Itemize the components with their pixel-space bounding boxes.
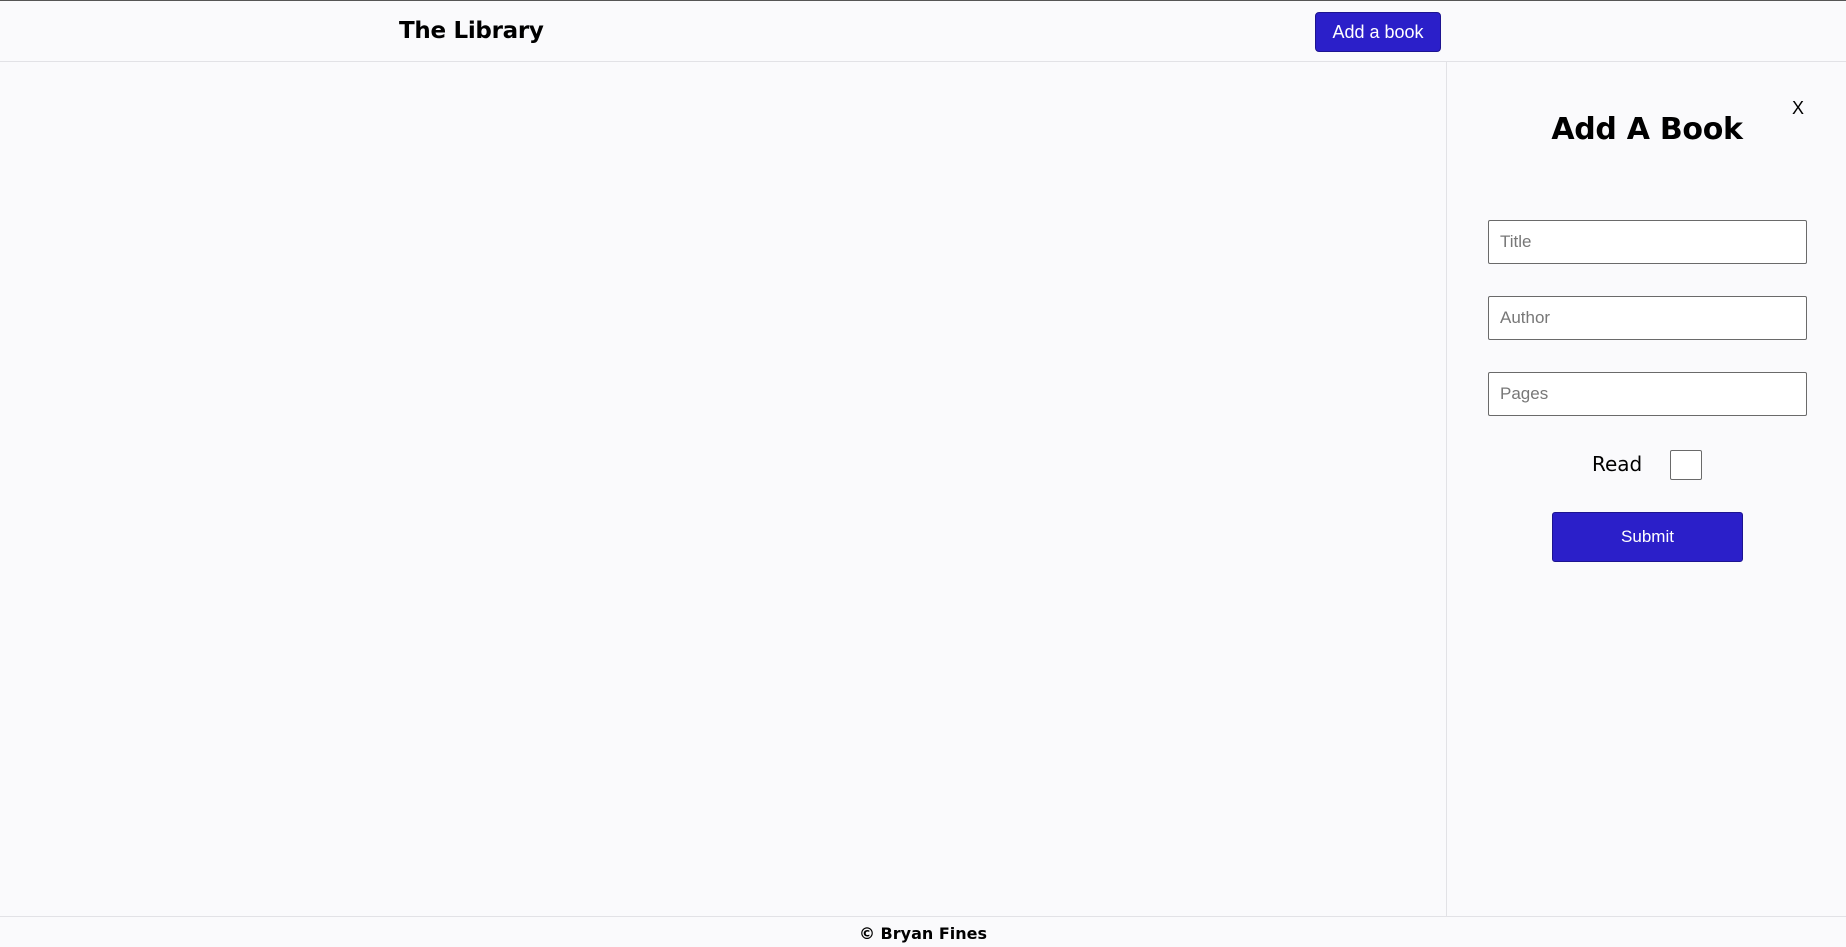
copyright-text: © Bryan Fines (858, 924, 988, 943)
page: The Library Add a book X Add A Book Read… (0, 0, 1846, 947)
read-checkbox[interactable] (1670, 450, 1702, 480)
site-title: The Library (399, 18, 544, 44)
author-input[interactable] (1488, 296, 1807, 340)
app-header: The Library Add a book (0, 1, 1846, 62)
title-input[interactable] (1488, 220, 1807, 264)
add-book-panel: X Add A Book Read Submit (1446, 62, 1846, 916)
submit-button[interactable]: Submit (1552, 512, 1743, 562)
app-footer: © Bryan Fines (0, 916, 1846, 947)
panel-title: Add A Book (1551, 112, 1743, 147)
pages-input[interactable] (1488, 372, 1807, 416)
add-book-button[interactable]: Add a book (1315, 12, 1441, 52)
library-content (0, 62, 1446, 916)
read-label: Read (1592, 452, 1643, 476)
